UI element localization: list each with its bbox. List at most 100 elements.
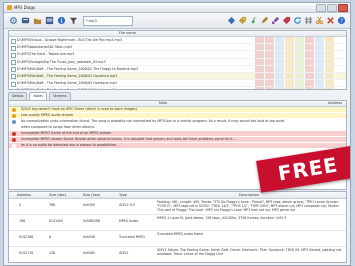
filter-icon[interactable] <box>68 16 78 26</box>
folder-tree-icon[interactable] <box>32 16 42 26</box>
stream-size-dec: 128 <box>49 251 56 255</box>
row-checkbox[interactable] <box>11 67 16 73</box>
note-header[interactable]: Note <box>159 101 167 106</box>
file-list-row[interactable]: D:\MP3\Abandoned\01 Tobin.mp3 <box>9 44 346 52</box>
brush-icon[interactable] <box>270 15 280 25</box>
note-text: Incomplete MPEG stream found. Beside oth… <box>21 137 236 141</box>
playlist-icon[interactable] <box>44 16 54 26</box>
scissors-icon[interactable] <box>314 15 324 25</box>
file-list: File name D:\MP3\Vicious - Groove Nightm… <box>8 30 347 90</box>
severity-icon <box>12 114 16 118</box>
streams-header: Address Size (dec) Size (hex) Type Descr… <box>9 192 346 199</box>
maximize-button[interactable] <box>327 3 337 12</box>
file-list-row[interactable]: D:\MP3\Vintage\Big The Tunes_Joey_radiot… <box>9 58 346 66</box>
col-description[interactable]: Description <box>239 192 259 198</box>
refresh-icon[interactable] <box>292 15 302 25</box>
stream-row[interactable]: 6142176 128 0x0080 ID3V1 ID3V1 Album: The Fe… <box>9 247 346 262</box>
file-list-row[interactable]: D:\MP3\The Hard - Tasted one.mp3 <box>9 51 346 59</box>
severity-icon <box>12 144 16 148</box>
row-checkbox[interactable] <box>11 45 16 51</box>
tag-status-cells <box>255 37 335 44</box>
minimize-button[interactable] <box>316 3 326 12</box>
stream-type: ID3V2.3.0 <box>119 203 135 207</box>
file-list-row[interactable]: D:\MP3\Mix\Daft - The Feeling Game_2008\… <box>9 87 346 89</box>
music-icon[interactable] <box>248 15 258 25</box>
col-address[interactable]: Address <box>17 192 31 198</box>
stream-row[interactable]: 6142168 8 0x0008 Truncated MPEG Truncated MP… <box>9 231 346 247</box>
row-checkbox[interactable] <box>11 88 16 89</box>
col-type[interactable]: Type <box>119 192 127 198</box>
note-row[interactable]: as it is no audio be detected use in str… <box>9 143 346 149</box>
col-size-dec[interactable]: Size (dec) <box>49 192 66 198</box>
row-checkbox[interactable] <box>11 81 16 87</box>
title-bar: MP3 Diags <box>4 3 350 13</box>
tag-status-cells <box>255 80 335 87</box>
note-text: Low quality MPEG audio stream <box>21 113 74 117</box>
tab-details[interactable]: Details <box>8 92 28 100</box>
stream-size-hex: 0x0080 <box>83 251 96 255</box>
stream-row[interactable]: 768 6141400 0x5DB3D8 MPEG Audio MPEG-1 Layer… <box>9 215 346 231</box>
note-text: ID3V2 tag doesn't have an APIC frame (wh… <box>21 107 137 111</box>
window-close-button[interactable] <box>338 3 348 12</box>
row-checkbox[interactable] <box>11 74 16 80</box>
tag-status-cells <box>255 51 335 58</box>
tag-status-cells <box>255 58 335 65</box>
tab-streams[interactable]: Streams <box>48 92 71 100</box>
row-checkbox[interactable] <box>11 52 16 58</box>
tag-edit-icon[interactable] <box>237 15 247 25</box>
tag-status-cells <box>255 65 335 72</box>
tab-notes[interactable]: Notes <box>29 92 47 100</box>
file-list-row[interactable]: D:\MP3\Mix\Daft - The Feeling Game_2008\… <box>9 80 346 88</box>
help-icon[interactable]: ? <box>336 15 346 25</box>
tag-status-cells <box>255 44 335 51</box>
stream-size-dec: 6141400 <box>49 219 64 223</box>
close-icon[interactable] <box>325 15 335 25</box>
tag-status-cells <box>255 72 335 80</box>
file-name: D:\MP3\Mix\Daft - The Feeling Game_2008\… <box>17 73 118 78</box>
row-checkbox[interactable] <box>11 38 16 44</box>
file-list-row[interactable]: D:\MP3\Mix\Daft - The Feeling Game_2008\… <box>9 65 346 73</box>
tab-bar: Details Notes Streams <box>8 92 71 100</box>
file-name: D:\MP3\Abandoned\01 Tobin.mp3 <box>17 45 72 50</box>
gear-icon[interactable] <box>8 16 18 26</box>
svg-text:?: ? <box>340 18 343 24</box>
stream-row[interactable]: 0 768 0x0300 ID3V2.3.0 Padding: 461, Length:… <box>9 199 346 215</box>
file-name-header[interactable]: File name <box>119 31 136 36</box>
row-checkbox[interactable] <box>11 60 16 66</box>
severity-icon <box>12 120 16 124</box>
stream-address: 0 <box>19 203 22 207</box>
streams-panel: Address Size (dec) Size (hex) Type Descr… <box>8 191 347 263</box>
file-name: D:\MP3\Mix\Daft - The Feeling Game_2008\… <box>17 66 139 71</box>
window-title: MP3 Diags <box>14 5 35 10</box>
stream-address: 6142176 <box>19 251 34 255</box>
stream-size-dec: 8 <box>49 235 52 239</box>
settings-icon[interactable] <box>20 16 30 26</box>
tag-icon[interactable] <box>281 15 291 25</box>
address-header[interactable]: Address <box>328 101 342 106</box>
stream-size-hex: 0x0300 <box>83 203 96 207</box>
file-name: D:\MP3\Mix\Daft - The Feeling Game_2008\… <box>17 81 117 86</box>
pencil-icon[interactable] <box>259 15 269 25</box>
col-size-hex[interactable]: Size (hex) <box>83 192 100 198</box>
toolbar: *.mp3 ? <box>4 13 350 29</box>
note-text: as it is no audio be detected use in str… <box>21 143 118 147</box>
stream-size-hex: 0x5DB3D8 <box>83 219 101 223</box>
info-icon[interactable] <box>56 16 66 26</box>
file-list-row[interactable]: D:\MP3\Mix\Daft - The Feeling Game_2008\… <box>9 72 346 81</box>
severity-icon <box>12 126 16 130</box>
diamond-icon[interactable] <box>226 15 236 25</box>
stream-description: MPEG-1 Layer III, Joint stereo, 128 kbps… <box>157 216 287 220</box>
stream-description: Padding: 461, Length: 493, Tracks: TIT2 … <box>157 200 340 213</box>
stream-size-hex: 0x0008 <box>83 235 96 239</box>
severity-icon <box>12 132 16 136</box>
stream-address: 6142168 <box>19 235 34 239</box>
tag-status-cells <box>255 87 335 89</box>
search-input[interactable]: *.mp3 <box>83 15 133 26</box>
stream-description: ID3V1 Album: The Feeling Game, Artist: D… <box>157 248 342 257</box>
file-list-row[interactable]: D:\MP3\Vicious - Groove Nightmare - Bull… <box>9 37 346 45</box>
app-window: MP3 Diags *.mp3 ? File name D:\MP3\Vicio… <box>3 2 351 266</box>
hash-icon[interactable] <box>303 15 313 25</box>
stream-type: Truncated MPEG <box>119 235 145 239</box>
stream-address: 768 <box>19 219 26 223</box>
stream-type: ID3V1 <box>119 251 129 255</box>
